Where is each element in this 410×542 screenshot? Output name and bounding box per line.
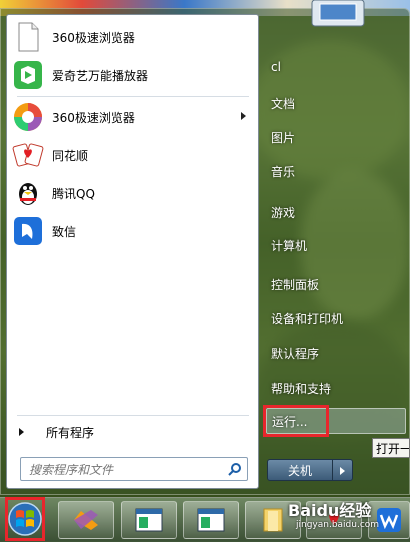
search-input[interactable] (27, 459, 221, 481)
pinned-program-item[interactable]: 爱奇艺万能播放器 (7, 57, 258, 93)
run-highlight-box (263, 405, 329, 437)
right-item-default-programs[interactable]: 默认程序 (265, 339, 405, 367)
expand-arrow-icon (19, 428, 24, 436)
qq-penguin-icon (19, 183, 37, 205)
program-label: 腾讯QQ (52, 186, 95, 201)
taskbar-app-button[interactable] (183, 501, 239, 539)
pinned-program-item[interactable]: 360极速浏览器 (7, 19, 258, 55)
right-item-devices-printers[interactable]: 设备和打印机 (265, 304, 405, 332)
right-item-computer[interactable]: 计算机 (265, 231, 405, 259)
zhixin-bird-icon (14, 217, 42, 245)
window-app-icon (197, 508, 225, 532)
program-label: 致信 (52, 224, 77, 239)
program-label: 爱奇艺万能播放器 (52, 68, 149, 83)
document-icon (18, 22, 39, 52)
start-menu-programs-pane: 360极速浏览器 爱奇艺万能播放器 360极速浏览器 同花顺 腾讯QQ 致信 所… (6, 14, 259, 489)
right-item-user-folder[interactable]: cl (265, 53, 405, 81)
window-app-icon (135, 508, 163, 532)
watermark-url: jingyan.baidu.com (296, 520, 380, 530)
search-icon[interactable] (228, 462, 242, 476)
recent-program-item[interactable]: 同花顺 (7, 137, 258, 173)
tonghuashun-icon (12, 143, 44, 167)
taskbar-app-button[interactable] (58, 501, 114, 539)
program-label: 同花顺 (52, 148, 89, 163)
start-highlight-box (5, 497, 45, 541)
taskbar-app-button[interactable] (121, 501, 177, 539)
right-item-games[interactable]: 游戏 (265, 198, 405, 226)
all-programs-button[interactable]: 所有程序 (7, 420, 258, 444)
visual-studio-icon (74, 510, 98, 530)
shutdown-button[interactable]: 关机 (267, 459, 333, 481)
program-label: 360极速浏览器 (52, 30, 135, 45)
submenu-arrow-icon[interactable] (241, 112, 246, 120)
program-label: 360极速浏览器 (52, 110, 135, 125)
pinned-separator (17, 96, 249, 97)
recent-program-item[interactable]: 致信 (7, 213, 258, 249)
right-item-pictures[interactable]: 图片 (265, 123, 405, 151)
right-item-music[interactable]: 音乐 (265, 157, 405, 185)
right-item-help-support[interactable]: 帮助和支持 (265, 374, 405, 402)
iqiyi-icon (14, 61, 42, 89)
all-programs-separator (17, 415, 249, 416)
recent-program-item[interactable]: 腾讯QQ (7, 175, 258, 211)
folder-icon (263, 508, 283, 532)
user-picture-icon[interactable] (310, 0, 366, 28)
search-box[interactable] (20, 457, 248, 481)
shutdown-options-button[interactable] (333, 459, 353, 481)
360-browser-icon (14, 103, 42, 131)
recent-program-item[interactable]: 360极速浏览器 (7, 99, 258, 135)
tooltip: 打开一 (372, 438, 410, 458)
right-item-control-panel[interactable]: 控制面板 (265, 270, 405, 298)
right-item-documents[interactable]: 文档 (265, 89, 405, 117)
all-programs-label: 所有程序 (46, 425, 95, 440)
